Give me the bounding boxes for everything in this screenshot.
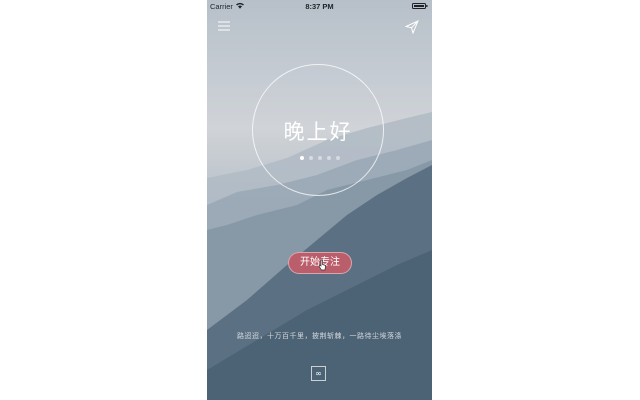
quote-text: 路迢迢，十万百千里，披荆斩棘，一路待尘埃落涤 [237,332,402,340]
page-dot[interactable] [300,156,304,160]
page-dot[interactable] [327,156,331,160]
battery-icon [412,3,428,9]
infinity-button[interactable]: ∞ [311,366,326,381]
cursor-icon [318,259,326,271]
page-dot[interactable] [309,156,313,160]
greeting-text: 晚上好 [283,120,353,144]
menu-icon[interactable] [217,19,231,33]
page-dots [300,156,340,162]
page-dot[interactable] [336,156,340,160]
status-time: 8:37 PM [305,2,334,11]
send-icon[interactable] [405,20,419,34]
app-screen: Carrier 8:37 PM 晚上好 开始专注 路迢迢，十万百千里，披荆斩棘，… [207,0,432,400]
status-bar: Carrier 8:37 PM [207,0,432,12]
page-dot[interactable] [318,156,322,160]
